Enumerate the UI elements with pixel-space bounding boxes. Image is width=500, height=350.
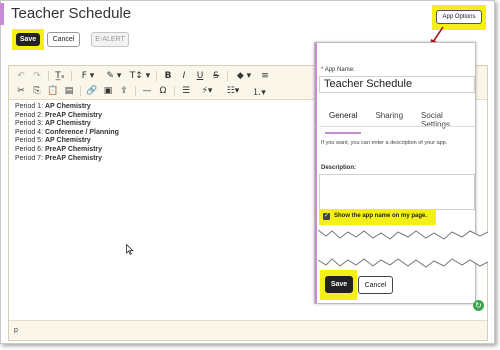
upload-icon[interactable]: ⇪ bbox=[116, 84, 132, 98]
course-name: AP Chemistry bbox=[44, 137, 91, 145]
toolbar-divider bbox=[80, 86, 81, 96]
tab-divider bbox=[319, 126, 475, 127]
course-name: AP Chemistry bbox=[44, 120, 91, 128]
toolbar-divider bbox=[227, 71, 228, 81]
required-marker: * bbox=[321, 67, 324, 73]
lightning-icon[interactable]: ⚡▾ bbox=[194, 84, 220, 98]
period-label: Period 7: bbox=[15, 154, 44, 162]
schedule-line: Period 1: AP Chemistry bbox=[15, 103, 119, 112]
course-name: Conference / Planning bbox=[44, 128, 119, 136]
course-name: PreAP Chemistry bbox=[44, 154, 103, 162]
app-options-button[interactable]: App Options bbox=[436, 10, 482, 24]
accent-bar bbox=[0, 3, 4, 25]
toolbar-divider bbox=[135, 86, 136, 96]
panel-accent bbox=[315, 43, 317, 303]
paste-text-icon[interactable]: ▤ bbox=[61, 84, 77, 98]
period-label: Period 4: bbox=[15, 128, 44, 136]
course-name: PreAP Chemistry bbox=[44, 111, 103, 119]
clear-format-icon[interactable]: T̲ₓ bbox=[52, 69, 68, 83]
paste-icon[interactable]: 📋 bbox=[45, 84, 61, 98]
toolbar-row-1: ↶ ↷ T̲ₓ F ▾ ✎ ▾ T↕ ▾ B I U S ◆ ▾ ≡ bbox=[13, 69, 273, 83]
toolbar-divider bbox=[156, 71, 157, 81]
show-name-label: Show the app name on my page. bbox=[334, 213, 428, 219]
schedule-line: Period 2: PreAP Chemistry bbox=[15, 112, 119, 121]
description-input[interactable] bbox=[319, 174, 475, 210]
panel-cancel-button[interactable]: Cancel bbox=[358, 276, 393, 294]
cut-icon[interactable]: ✂ bbox=[13, 84, 29, 98]
cancel-button[interactable]: Cancel bbox=[47, 32, 80, 47]
period-label: Period 2: bbox=[15, 111, 44, 119]
copy-icon[interactable]: ⎘ bbox=[29, 84, 45, 98]
font-size-icon[interactable]: T↕ ▾ bbox=[127, 69, 153, 83]
save-button[interactable]: Save bbox=[16, 33, 40, 46]
paint-icon[interactable]: ✎ ▾ bbox=[101, 69, 127, 83]
redo-icon[interactable]: ↷ bbox=[29, 69, 45, 83]
schedule-line: Period 7: PreAP Chemistry bbox=[15, 155, 119, 164]
period-label: Period 1: bbox=[15, 103, 44, 110]
period-label: Period 3: bbox=[15, 120, 44, 128]
period-label: Period 5: bbox=[15, 137, 44, 145]
color-fill-icon[interactable]: ◆ ▾ bbox=[231, 69, 257, 83]
link-icon[interactable]: 🔗 bbox=[84, 84, 100, 98]
e-alert-button[interactable]: E-ALERT bbox=[91, 32, 129, 47]
align-icon[interactable]: ≡ bbox=[257, 69, 273, 83]
schedule-line: Period 4: Conference / Planning bbox=[15, 129, 119, 138]
toolbar-row-2: ✂ ⎘ 📋 ▤ 🔗 ▣ ⇪ — Ω ☰ ⚡▾ ☷▾ ⒈▾ bbox=[13, 84, 272, 98]
mouse-cursor-icon bbox=[126, 244, 134, 255]
bold-icon[interactable]: B bbox=[160, 69, 176, 83]
course-name: AP Chemistry bbox=[44, 103, 91, 110]
editor-statusbar: p bbox=[9, 320, 487, 340]
panel-save-button[interactable]: Save bbox=[325, 276, 353, 293]
schedule-line: Period 3: AP Chemistry bbox=[15, 120, 119, 129]
show-name-checkbox[interactable]: ✓ bbox=[323, 213, 330, 220]
refresh-icon[interactable]: ↻ bbox=[473, 300, 484, 311]
tab-general[interactable]: General bbox=[324, 111, 363, 134]
schedule-line: Period 5: AP Chemistry bbox=[15, 137, 119, 146]
app-name-label: * App Name: bbox=[321, 67, 355, 73]
description-label: Description: bbox=[321, 165, 357, 171]
toolbar-divider bbox=[48, 71, 49, 81]
period-label: Period 6: bbox=[15, 145, 44, 153]
torn-edge bbox=[318, 229, 488, 268]
editor-content[interactable]: Period 1: AP Chemistry Period 2: PreAP C… bbox=[15, 103, 119, 163]
font-family-icon[interactable]: F ▾ bbox=[75, 69, 101, 83]
page-title: Teacher Schedule bbox=[11, 5, 132, 22]
strikethrough-icon[interactable]: S bbox=[208, 69, 224, 83]
description-hint: If you want, you can enter a description… bbox=[321, 140, 448, 146]
bullet-list-icon[interactable]: ☷▾ bbox=[220, 84, 246, 98]
tab-sharing[interactable]: Sharing bbox=[375, 111, 403, 132]
image-icon[interactable]: ▣ bbox=[100, 84, 116, 98]
course-name: PreAP Chemistry bbox=[44, 145, 103, 153]
app-name-label-text: App Name: bbox=[324, 67, 355, 73]
numbered-list-icon[interactable]: ⒈▾ bbox=[246, 84, 272, 98]
template-icon[interactable]: ☰ bbox=[178, 84, 194, 98]
undo-icon[interactable]: ↶ bbox=[13, 69, 29, 83]
app-name-input[interactable]: Teacher Schedule bbox=[319, 76, 475, 93]
panel-tabs: General Sharing Social Settings bbox=[324, 111, 475, 134]
schedule-line: Period 6: PreAP Chemistry bbox=[15, 146, 119, 155]
underline-icon[interactable]: U bbox=[192, 69, 208, 83]
toolbar-divider bbox=[174, 86, 175, 96]
element-path: p bbox=[14, 327, 18, 334]
tab-social-settings[interactable]: Social Settings bbox=[421, 111, 457, 132]
horizontal-rule-icon[interactable]: — bbox=[139, 84, 155, 98]
omega-icon[interactable]: Ω bbox=[155, 84, 171, 98]
italic-icon[interactable]: I bbox=[176, 69, 192, 83]
toolbar-divider bbox=[71, 71, 72, 81]
